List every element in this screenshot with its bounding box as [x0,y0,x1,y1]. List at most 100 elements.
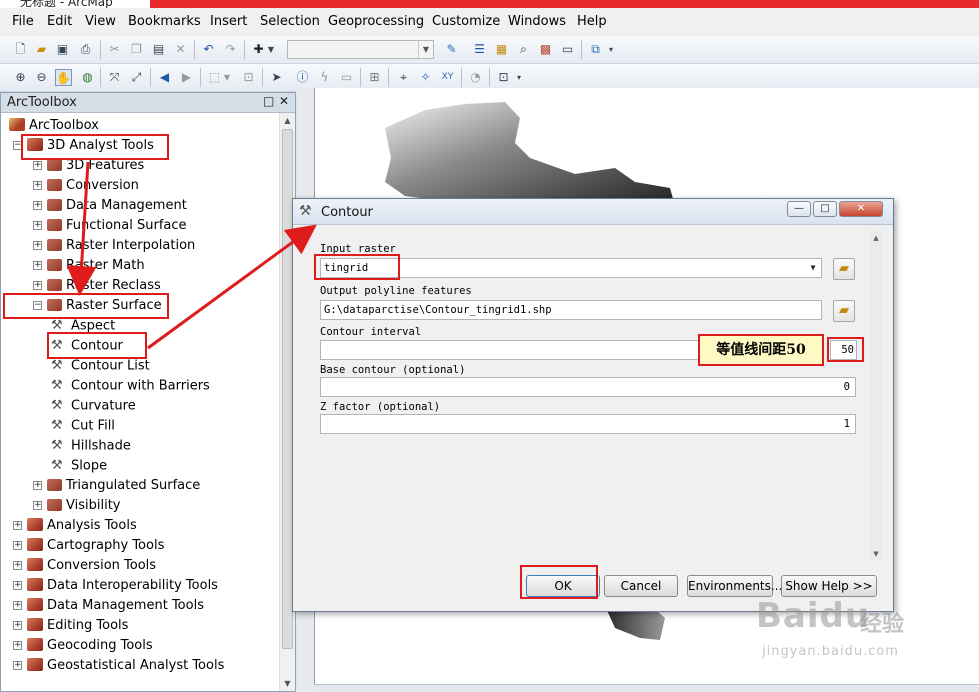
auto-hide-button[interactable]: □ [263,94,274,108]
paste-icon[interactable]: ▤ [150,41,167,58]
menu-selection[interactable]: Selection [260,14,320,29]
tree-item-3d-analyst-tools[interactable]: − 3D Analyst Tools [13,136,154,156]
delete-icon[interactable]: ✕ [172,41,189,58]
go-to-xy-icon[interactable]: XY [439,69,456,86]
show-help-button[interactable]: Show Help >> [781,575,877,597]
chevron-down-icon[interactable]: ▼ [418,41,433,58]
chevron-down-icon[interactable]: ▼ [806,260,820,276]
expand-icon[interactable]: + [33,261,42,270]
close-icon[interactable]: ✕ [279,94,289,108]
expand-icon[interactable]: + [33,221,42,230]
add-data-dropdown-icon[interactable]: ▼ [266,41,276,58]
undo-icon[interactable]: ↶ [200,41,217,58]
expand-icon[interactable]: + [33,181,42,190]
input-raster-select[interactable]: tingrid ▼ [320,258,822,278]
input-raster-browse-button[interactable]: ▰ [833,258,855,280]
editor-toolbar-icon[interactable]: ✎ [443,41,460,58]
tree-item-raster-reclass[interactable]: + Raster Reclass [33,276,161,296]
tree-item-contour[interactable]: ⚒ Contour [51,336,123,356]
collapse-icon[interactable]: − [33,301,42,310]
cancel-button[interactable]: Cancel [604,575,678,597]
ok-button[interactable]: OK [526,575,600,597]
tree-item-hillshade[interactable]: ⚒ Hillshade [51,436,131,456]
map-scale-combo[interactable]: ▼ [287,40,434,59]
menu-geoprocessing[interactable]: Geoprocessing [328,14,424,29]
zoom-out-icon[interactable]: ⊖ [33,69,50,86]
expand-icon[interactable]: + [13,561,22,570]
tree-item-contour-list[interactable]: ⚒ Contour List [51,356,150,376]
tree-item-visibility[interactable]: + Visibility [33,496,120,516]
select-dropdown-icon[interactable]: ▼ [222,69,232,86]
toolbar-options-icon[interactable]: ▾ [514,69,524,86]
tree-root[interactable]: ArcToolbox [9,116,99,136]
copy-icon[interactable]: ❐ [128,41,145,58]
menu-bookmarks[interactable]: Bookmarks [128,14,201,29]
pan-icon[interactable]: ✋ [55,69,72,86]
dialog-scrollbar[interactable]: ▲ ▼ [869,231,883,561]
fixed-zoom-out-icon[interactable]: ⤢ [128,69,145,86]
close-button[interactable]: ✕ [839,201,883,217]
menu-help[interactable]: Help [577,14,607,29]
new-document-icon[interactable]: 🗋 [12,41,29,58]
environments-button[interactable]: Environments... [687,575,782,597]
expand-icon[interactable]: + [33,501,42,510]
expand-icon[interactable]: + [33,481,42,490]
select-elements-icon[interactable]: ➤ [268,69,285,86]
expand-icon[interactable]: + [13,521,22,530]
tree-item-raster-math[interactable]: + Raster Math [33,256,145,276]
tree-item-conversion-tools[interactable]: + Conversion Tools [13,556,156,576]
python-window-icon[interactable]: ▭ [559,41,576,58]
menu-edit[interactable]: Edit [47,14,72,29]
tree-item-curvature[interactable]: ⚒ Curvature [51,396,136,416]
clear-selection-icon[interactable]: ⊡ [240,69,257,86]
tree-item-conversion[interactable]: + Conversion [33,176,139,196]
add-data-icon[interactable]: ✚ [250,41,267,58]
viewer-window-icon[interactable]: ⊡ [495,69,512,86]
open-folder-icon[interactable]: ▰ [33,41,50,58]
tree-item-geostatistical-analyst-tools[interactable]: + Geostatistical Analyst Tools [13,656,224,676]
expand-icon[interactable]: + [33,161,42,170]
output-features-browse-button[interactable]: ▰ [833,300,855,322]
output-features-input[interactable]: G:\dataparctise\Contour_tingrid1.shp [320,300,822,320]
catalog-icon[interactable]: ▦ [493,41,510,58]
expand-icon[interactable]: + [13,661,22,670]
select-features-icon[interactable]: ⬚ [206,69,223,86]
z-factor-input[interactable]: 1 [320,414,856,434]
expand-icon[interactable]: + [33,281,42,290]
scroll-down-icon[interactable]: ▼ [869,547,883,561]
contour-interval-input-area[interactable] [320,340,700,360]
tree-item-cut-fill[interactable]: ⚒ Cut Fill [51,416,115,436]
menu-customize[interactable]: Customize [432,14,500,29]
cut-icon[interactable]: ✂ [106,41,123,58]
model-builder-icon[interactable]: ⧉ [587,41,604,58]
tree-item-aspect[interactable]: ⚒ Aspect [51,316,115,336]
tree-item-analysis-tools[interactable]: + Analysis Tools [13,516,137,536]
expand-icon[interactable]: + [33,201,42,210]
toolbar-options-icon[interactable]: ▾ [606,41,616,58]
html-popup-icon[interactable]: ▭ [338,69,355,86]
menu-windows[interactable]: Windows [508,14,566,29]
expand-icon[interactable]: + [13,541,22,550]
zoom-in-icon[interactable]: ⊕ [12,69,29,86]
contour-interval-input[interactable]: 50 [830,340,857,360]
expand-icon[interactable]: + [13,641,22,650]
minimize-button[interactable]: — [787,201,811,217]
scroll-down-icon[interactable]: ▼ [280,676,295,691]
hyperlink-icon[interactable]: ϟ [316,69,333,86]
scroll-up-icon[interactable]: ▲ [280,113,295,128]
save-icon[interactable]: ▣ [54,41,71,58]
scroll-up-icon[interactable]: ▲ [869,231,883,245]
expand-icon[interactable]: + [13,601,22,610]
time-slider-icon[interactable]: ◔ [467,69,484,86]
tree-item-functional-surface[interactable]: + Functional Surface [33,216,187,236]
expand-icon[interactable]: + [13,581,22,590]
tree-item-editing-tools[interactable]: + Editing Tools [13,616,128,636]
back-icon[interactable]: ◀ [156,69,173,86]
expand-icon[interactable]: + [13,621,22,630]
find-icon[interactable]: ⌖ [395,69,412,86]
menu-view[interactable]: View [85,14,116,29]
menu-insert[interactable]: Insert [210,14,247,29]
tree-item-data-management-tools[interactable]: + Data Management Tools [13,596,204,616]
menu-file[interactable]: File [12,14,34,29]
table-of-contents-icon[interactable]: ☰ [471,41,488,58]
